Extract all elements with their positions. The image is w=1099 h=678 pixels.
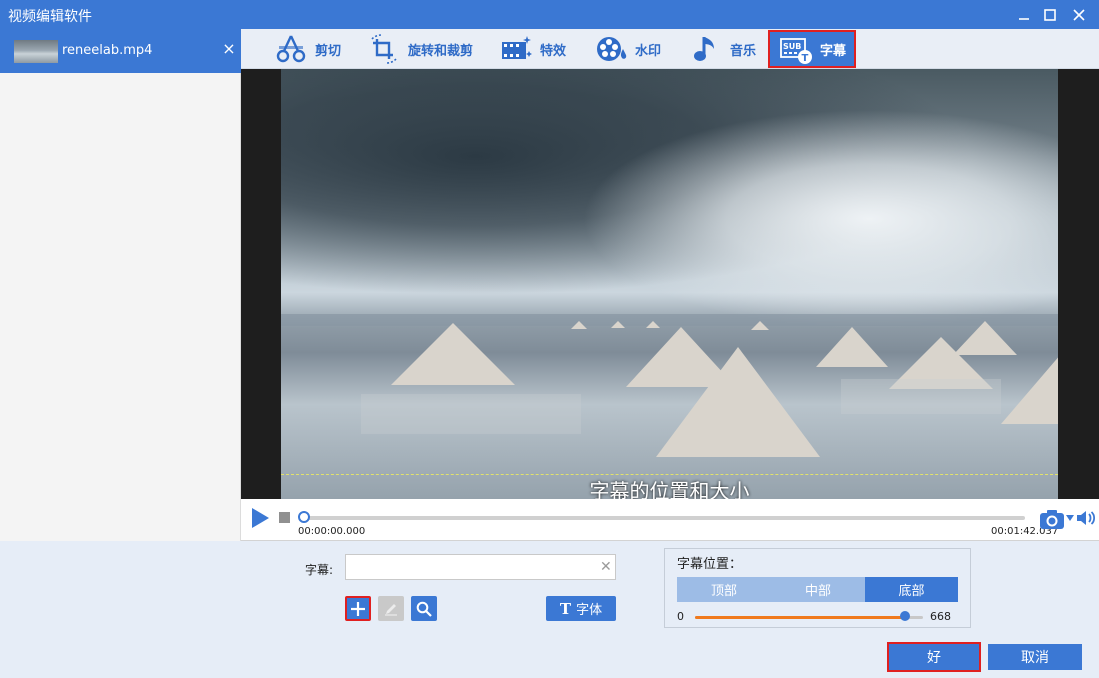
tab-music-label: 音乐	[730, 43, 757, 59]
file-name: reneelab.mp4	[62, 43, 153, 58]
player-controls: 00:00:00.000 00:01:42.037	[241, 499, 1099, 541]
font-icon: T	[559, 599, 572, 618]
subtitle-settings-panel: 字幕: ✕ T 字体 字幕位置： 顶部 中部 底部 0 668 好 取消	[0, 541, 1099, 678]
subtitle-icon: SUB T	[780, 38, 812, 64]
camera-icon[interactable]	[1039, 508, 1065, 530]
tab-rotate-crop-label: 旋转和裁剪	[408, 43, 474, 59]
close-icon	[1073, 9, 1085, 21]
seek-track[interactable]	[303, 516, 1025, 520]
cancel-button[interactable]: 取消	[988, 644, 1082, 670]
watermark-icon	[597, 37, 627, 61]
volume-icon[interactable]	[1076, 509, 1096, 527]
music-icon	[694, 37, 714, 61]
video-frame: 字幕的位置和大小	[281, 69, 1058, 499]
remove-file-icon[interactable]: ×	[222, 41, 236, 57]
rotate-crop-icon	[371, 34, 397, 64]
close-button[interactable]	[1068, 4, 1090, 26]
slider-min-value: 0	[677, 610, 684, 623]
subtitle-position-box: 字幕位置： 顶部 中部 底部 0 668	[664, 548, 971, 628]
plus-icon	[351, 601, 365, 616]
subtitle-label: 字幕:	[305, 563, 334, 577]
font-button[interactable]: T 字体	[546, 596, 616, 621]
tab-watermark[interactable]: 水印	[595, 30, 661, 68]
font-button-label: 字体	[576, 603, 603, 618]
subtitle-preview-text[interactable]: 字幕的位置和大小	[281, 475, 1058, 499]
tab-cut-label: 剪切	[315, 43, 342, 59]
video-thumbnail	[14, 40, 58, 63]
video-preview-area: 字幕的位置和大小	[241, 69, 1099, 499]
svg-text:T: T	[802, 53, 809, 64]
file-list-item[interactable]: reneelab.mp4 ×	[0, 29, 241, 73]
tab-effects[interactable]: 特效	[500, 30, 566, 68]
stop-button[interactable]	[279, 512, 290, 523]
add-subtitle-button[interactable]	[345, 596, 371, 621]
tab-subtitle[interactable]: SUB T 字幕	[768, 30, 857, 68]
position-bottom-button[interactable]: 底部	[865, 577, 958, 602]
tab-cut[interactable]: 剪切	[275, 30, 341, 68]
position-slider-handle[interactable]	[899, 611, 910, 621]
search-icon	[416, 601, 432, 617]
tab-watermark-label: 水印	[635, 43, 662, 59]
chevron-down-icon[interactable]	[1066, 515, 1074, 521]
title-bar: 视频编辑软件	[0, 0, 1099, 29]
tab-music[interactable]: 音乐	[690, 30, 756, 68]
search-subtitle-button[interactable]	[411, 596, 437, 621]
subtitle-position-title: 字幕位置：	[677, 557, 743, 572]
clear-input-icon[interactable]: ✕	[600, 559, 612, 575]
pencil-icon	[385, 603, 397, 616]
subtitle-input[interactable]	[345, 554, 616, 580]
seek-handle[interactable]	[298, 511, 310, 523]
current-time: 00:00:00.000	[298, 526, 366, 537]
tab-rotate-crop[interactable]: 旋转和裁剪	[368, 30, 473, 68]
effects-icon	[502, 36, 532, 59]
cut-icon	[276, 35, 306, 63]
edit-toolbar: 剪切 旋转和裁剪 特效 水印 音乐 SUB T 字幕	[241, 29, 1099, 69]
maximize-icon	[1044, 9, 1056, 21]
tab-subtitle-label: 字幕	[820, 43, 847, 59]
position-middle-button[interactable]: 中部	[771, 577, 865, 602]
position-top-button[interactable]: 顶部	[677, 577, 771, 602]
ok-button[interactable]: 好	[887, 642, 981, 672]
minimize-icon	[1019, 18, 1029, 20]
position-slider-fill	[695, 616, 905, 619]
maximize-button[interactable]	[1039, 4, 1061, 26]
play-icon[interactable]	[249, 507, 271, 529]
edit-subtitle-button[interactable]	[378, 596, 404, 621]
window-title: 视频编辑软件	[8, 9, 92, 25]
file-list-panel: reneelab.mp4 ×	[0, 29, 241, 541]
slider-max-value: 668	[930, 610, 951, 623]
tab-effects-label: 特效	[540, 43, 567, 59]
svg-text:SUB: SUB	[783, 42, 801, 51]
minimize-button[interactable]	[1013, 4, 1035, 26]
